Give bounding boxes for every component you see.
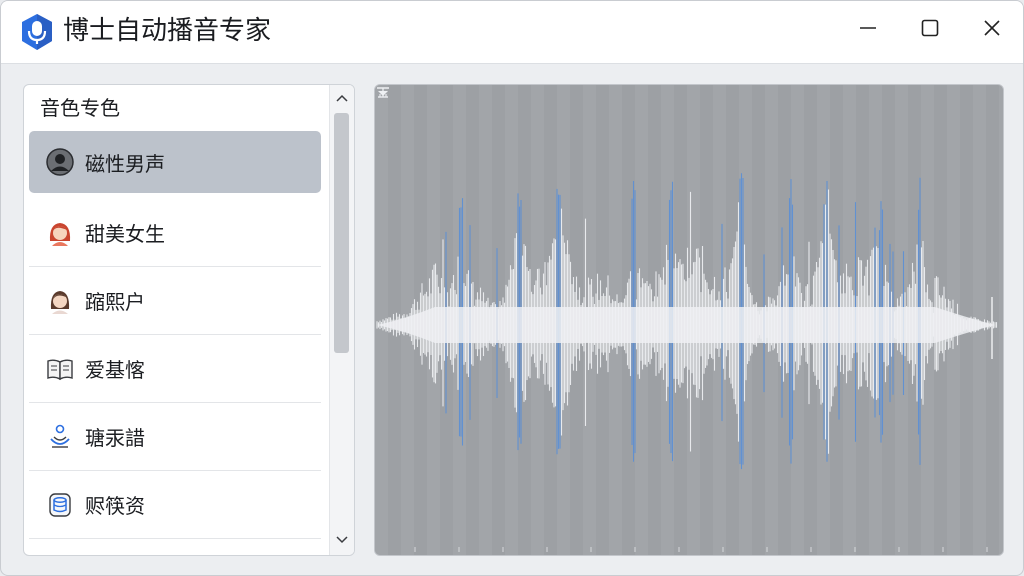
male-avatar-icon <box>45 147 75 177</box>
voice-item-sweet-female[interactable]: 甜美女生 <box>29 199 321 267</box>
voice-item-label: 赆筷资 <box>85 494 145 518</box>
microphone-shield-icon <box>22 14 52 50</box>
title-bar[interactable]: 博士自动播音专家 <box>1 1 1023 64</box>
list-scrollbar[interactable] <box>329 85 354 555</box>
app-window: 博士自动播音专家 音色专色 磁性男声 甜美女生 蹜熙户 爱基愘 瑭汞諎 赆筷资 <box>0 0 1024 576</box>
maximize-icon <box>921 19 939 37</box>
voice-item-5[interactable]: 瑭汞諎 <box>29 403 321 471</box>
voice-list-panel: 音色专色 磁性男声 甜美女生 蹜熙户 爱基愘 瑭汞諎 赆筷资 <box>23 84 355 556</box>
female-avatar-icon <box>45 218 75 248</box>
database-icon <box>45 490 75 520</box>
maximize-button[interactable] <box>908 11 952 45</box>
waveform-graphic <box>375 85 1003 555</box>
voice-item-magnetic-male[interactable]: 磁性男声 <box>29 131 321 193</box>
voice-item-3[interactable]: 蹜熙户 <box>29 267 321 335</box>
voice-item-label: 磁性男声 <box>85 151 165 176</box>
voice-item-6[interactable]: 赆筷资 <box>29 471 321 539</box>
voice-item-4[interactable]: 爱基愘 <box>29 335 321 403</box>
chevron-down-icon[interactable] <box>334 531 350 547</box>
minimize-button[interactable] <box>846 11 890 45</box>
book-icon <box>45 354 75 384</box>
girl-avatar-icon <box>45 286 75 316</box>
scroll-thumb[interactable] <box>334 113 349 353</box>
voice-item-label: 甜美女生 <box>85 222 165 246</box>
minimize-icon <box>860 27 876 29</box>
voice-item-label: 瑭汞諎 <box>85 426 145 450</box>
close-button[interactable] <box>970 11 1014 45</box>
waveform-panel[interactable] <box>374 84 1004 556</box>
panel-title: 音色专色 <box>40 96 120 120</box>
voice-list: 磁性男声 甜美女生 蹜熙户 爱基愘 瑭汞諎 赆筷资 <box>28 131 324 539</box>
chevron-up-icon[interactable] <box>334 91 350 107</box>
voice-item-label: 爱基愘 <box>85 358 145 382</box>
filter-icon[interactable] <box>375 85 391 99</box>
voice-item-label: 蹜熙户 <box>85 290 145 314</box>
app-title: 博士自动播音专家 <box>63 16 272 46</box>
meditation-icon <box>45 422 75 452</box>
close-icon <box>984 20 1000 36</box>
